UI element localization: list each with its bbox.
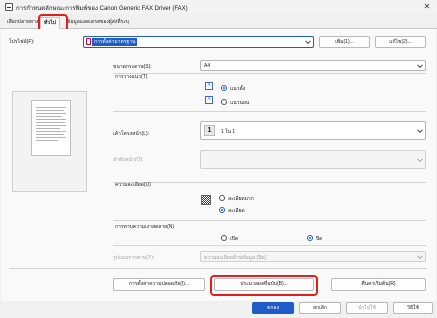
landscape-radio[interactable] xyxy=(221,99,227,105)
page-size-select[interactable]: A4 xyxy=(200,60,426,71)
watermark-off-label: ปิด xyxy=(316,236,323,242)
resolution-standard-label: ละเอียด xyxy=(228,208,245,214)
profile-add-button[interactable]: เพิ่ม(1)... xyxy=(319,36,370,48)
chevron-down-icon xyxy=(417,126,423,133)
restore-defaults-button[interactable]: คืนค่าเริ่มต้น(R) xyxy=(331,278,426,291)
general-panel: โปรไฟล์(F): การตั้งค่ามาตรฐาน เพิ่ม(1)..… xyxy=(1,29,436,301)
resolution-fine-radio[interactable] xyxy=(219,195,225,201)
window-title: การกำหนดลักษณะการพิมพ์ของ Canon Generic … xyxy=(16,6,188,12)
page-layout-select[interactable]: 1 1 ใน 1 xyxy=(200,121,426,140)
watermark-label: การทาบความเงาสดลาย(N) xyxy=(115,224,175,230)
help-button[interactable]: วิธีใช้ xyxy=(393,302,433,314)
watermark-on-label: เปิด xyxy=(230,236,239,242)
portrait-label: แนวตั้ง xyxy=(230,86,246,92)
portrait-radio[interactable] xyxy=(221,85,227,91)
resolution-fine-label: ละเอียดมาก xyxy=(228,196,254,202)
landscape-icon: A xyxy=(205,96,213,104)
page-layout-label: เค้าโครงหน้า(L): xyxy=(113,131,150,137)
resolution-group-top xyxy=(113,182,426,183)
profile-label: โปรไฟล์(F): xyxy=(9,39,35,45)
printer-app-icon xyxy=(5,3,13,11)
resolution-icon xyxy=(201,195,211,205)
watermark-off-radio[interactable] xyxy=(307,235,313,241)
apply-button[interactable]: นำไปใช้ xyxy=(346,302,388,314)
preview-page xyxy=(31,100,71,156)
page-preview xyxy=(12,91,87,192)
page-size-label: ขนาดกระดาษ(S): xyxy=(113,64,152,70)
watermark-type-value: ความละเอียดด้านข้อมูล (ปิด) xyxy=(204,255,267,261)
page-size-value: A4 xyxy=(204,63,211,69)
close-icon[interactable]: ✕ xyxy=(421,2,433,12)
profile-edit-button[interactable]: แก้ไข(2)... xyxy=(375,36,426,48)
watermark-type-select[interactable]: ความละเอียดด้านข้อมูล (ปิด) xyxy=(200,251,426,262)
orientation-group-bottom xyxy=(113,111,426,112)
title-bar: การกำหนดลักษณะการพิมพ์ของ Canon Generic … xyxy=(0,0,437,14)
chevron-down-icon xyxy=(417,155,423,162)
resolution-label: ความละเอียด(U) xyxy=(115,182,151,188)
ok-button[interactable]: ตกลง xyxy=(252,302,294,314)
profile-value: การตั้งค่ามาตรฐาน xyxy=(92,38,138,46)
chevron-down-icon xyxy=(417,252,423,259)
tab-destination[interactable]: เลือกปลายทาง xyxy=(4,17,41,29)
profile-select[interactable]: การตั้งค่ามาตรฐาน xyxy=(83,36,314,48)
page-order-select[interactable] xyxy=(200,150,426,169)
resolution-group-bottom xyxy=(113,220,426,221)
watermark-on-radio[interactable] xyxy=(221,235,227,241)
tab-sender-info[interactable]: ข้อมูลแอดเดรสของผู้ส่งที่ระบุ xyxy=(64,17,132,29)
cancel-button[interactable]: ยกเลิก xyxy=(299,302,341,314)
chevron-down-icon xyxy=(417,61,423,68)
orientation-group-top xyxy=(113,73,426,74)
watermark-type-label: รูปแบบการทาบ(Y): xyxy=(113,255,155,261)
watermark-group-bottom xyxy=(113,245,426,246)
panel-divider xyxy=(9,268,427,269)
page-layout-value: 1 ใน 1 xyxy=(221,129,236,135)
landscape-label: แนวนอน xyxy=(230,100,250,106)
orientation-label: การวางแนว(T) xyxy=(115,74,148,80)
button-highlight-box xyxy=(210,275,318,296)
resolution-standard-radio[interactable] xyxy=(219,207,225,213)
profile-icon xyxy=(86,38,91,45)
portrait-icon: A xyxy=(205,82,213,90)
chevron-down-icon xyxy=(305,38,311,45)
page-layout-icon: 1 xyxy=(204,125,215,136)
page-order-label: ลำดับหน้า(O): xyxy=(113,157,144,163)
security-settings-button[interactable]: การตั้งค่าความปลอดภัย(I)... xyxy=(113,278,205,291)
